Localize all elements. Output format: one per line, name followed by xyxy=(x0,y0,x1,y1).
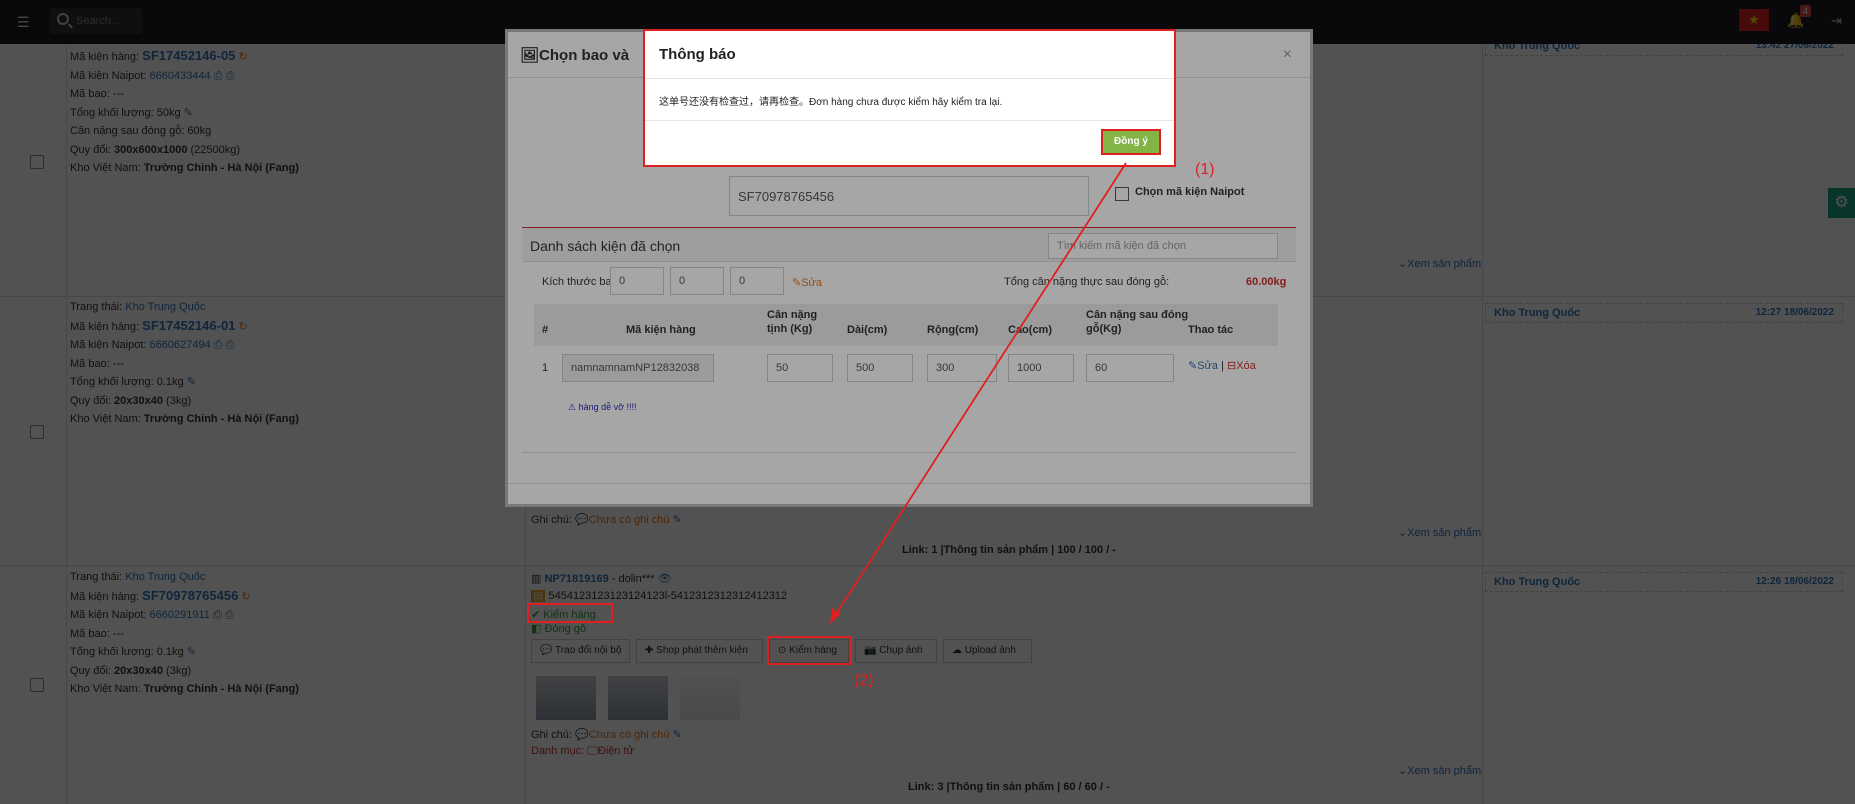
annotation-arrow xyxy=(830,162,1127,624)
